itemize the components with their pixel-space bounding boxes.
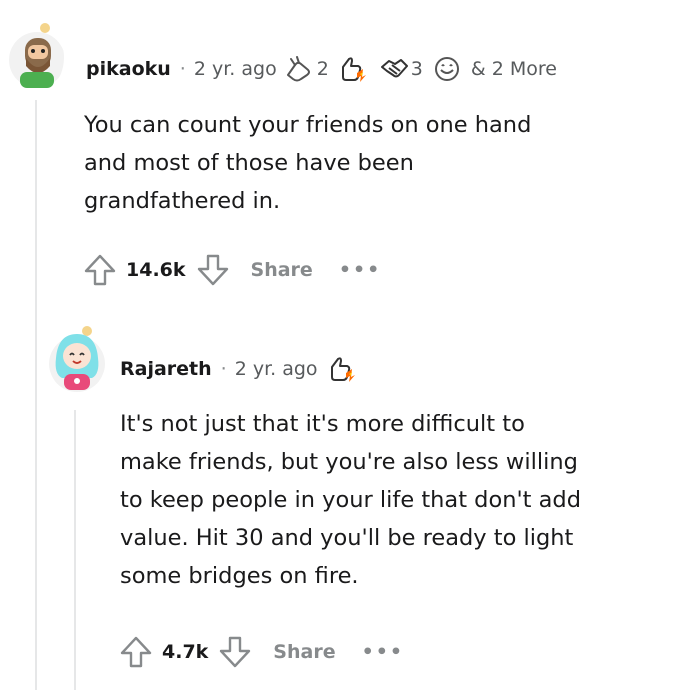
comment-actions: 4.7k Share ••• [118,634,404,670]
handshake-award-icon [380,59,408,78]
more-options-button[interactable]: ••• [362,641,404,663]
award-count: 2 [316,58,329,80]
share-button[interactable]: Share [273,641,335,663]
timestamp[interactable]: 2 yr. ago [194,58,277,80]
comment-body: You can count your friends on one hand a… [84,106,531,220]
avatar[interactable] [48,322,106,394]
timestamp[interactable]: 2 yr. ago [235,358,318,380]
thumbs-up-award-icon [330,357,355,382]
comment-line: make friends, but you're also less willi… [120,449,578,475]
vote-count: 4.7k [162,641,209,663]
more-options-button[interactable]: ••• [339,259,381,281]
comment-line: grandfathered in. [84,188,281,214]
comment-line: value. Hit 30 and you'll be ready to lig… [120,525,574,551]
comment-meta: pikaoku · 2 yr. ago 2 3 & 2 More [86,55,557,83]
avatar[interactable] [8,20,64,94]
thumbs-up-award-icon [341,57,366,82]
downvote-arrow-icon[interactable] [195,252,231,288]
username[interactable]: Rajareth [120,358,212,380]
thread-line-reply[interactable] [74,410,76,690]
thread-line-root[interactable] [35,100,37,690]
smile-award-icon [434,57,459,81]
avatar-pikaoku-icon [9,23,64,88]
meta-separator: · [220,358,227,380]
share-button[interactable]: Share [251,259,313,281]
award[interactable]: 2 [285,55,329,83]
comment-line: to keep people in your life that don't a… [120,487,581,513]
comment-body: It's not just that it's more difficult t… [120,405,581,595]
comment-meta: Rajareth · 2 yr. ago [120,355,356,383]
downvote-arrow-icon[interactable] [217,634,253,670]
comment-actions: 14.6k Share ••• [82,252,381,288]
hand-award-icon [286,56,310,82]
comment-line: You can count your friends on one hand [84,112,532,138]
award[interactable] [326,355,356,383]
comment-line: and most of those have been [84,150,414,176]
award[interactable] [337,55,367,83]
meta-separator: · [179,58,186,80]
award[interactable]: 3 [379,55,423,83]
vote-count: 14.6k [126,259,186,281]
comment-line: some bridges on fire. [120,563,359,589]
upvote-arrow-icon[interactable] [82,252,118,288]
award[interactable] [433,55,461,83]
username[interactable]: pikaoku [86,58,171,80]
comment-line: It's not just that it's more difficult t… [120,411,525,437]
more-awards-link[interactable]: & 2 More [471,58,557,80]
avatar-rajareth-icon [49,326,105,392]
upvote-arrow-icon[interactable] [118,634,154,670]
award-count: 3 [410,58,423,80]
